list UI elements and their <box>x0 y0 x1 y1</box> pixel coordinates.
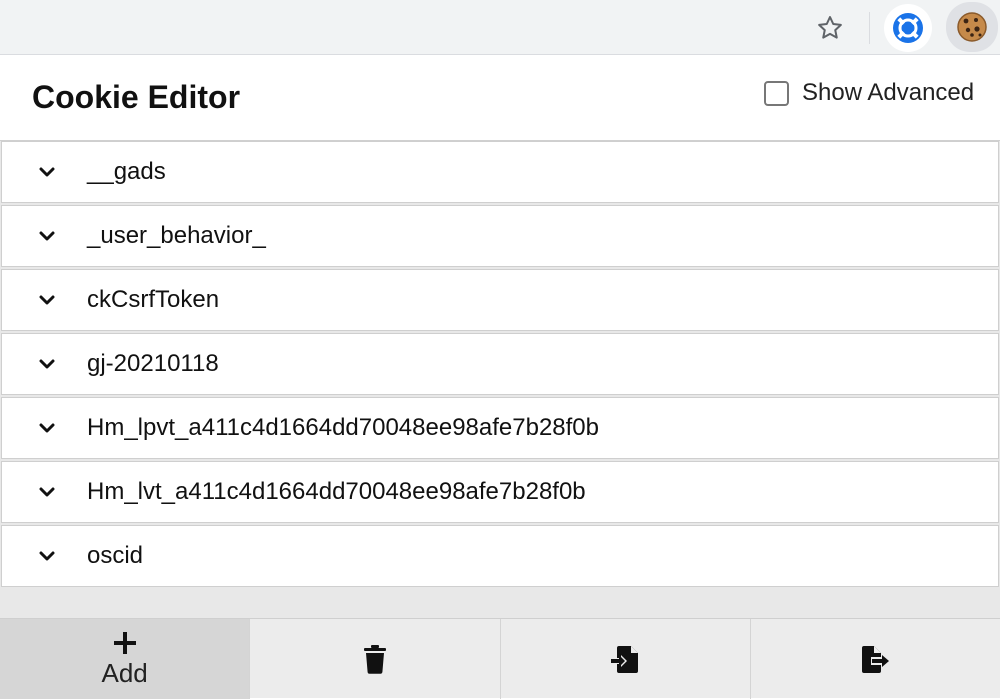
star-icon <box>818 16 842 39</box>
cookie-editor-extension-button[interactable] <box>946 2 998 52</box>
chevron-down-icon[interactable] <box>37 418 57 438</box>
chevron-down-icon[interactable] <box>37 162 57 182</box>
cookie-item[interactable]: __gads <box>1 141 999 203</box>
delete-all-button[interactable] <box>250 619 501 699</box>
show-advanced-toggle[interactable]: Show Advanced <box>764 79 974 107</box>
cookie-item[interactable]: Hm_lpvt_a411c4d1664dd70048ee98afe7b28f0b <box>1 397 999 459</box>
export-button[interactable] <box>751 619 1000 699</box>
chevron-down-icon[interactable] <box>37 290 57 310</box>
cookie-item[interactable]: oscid <box>1 525 999 587</box>
add-cookie-button[interactable]: Add <box>0 619 251 699</box>
file-import-icon <box>611 646 639 673</box>
show-advanced-checkbox[interactable] <box>764 80 789 106</box>
chevron-down-icon[interactable] <box>37 482 57 502</box>
cookie-name: Hm_lpvt_a411c4d1664dd70048ee98afe7b28f0b <box>87 414 600 441</box>
cookie-icon <box>957 12 987 42</box>
cookie-item[interactable]: ckCsrfToken <box>1 269 999 331</box>
cookie-list: __gads _user_behavior_ ckCsrfToken gj-20… <box>0 140 1000 618</box>
cookie-name: __gads <box>87 158 166 185</box>
show-advanced-label: Show Advanced <box>802 79 975 106</box>
cookie-item[interactable]: _user_behavior_ <box>1 205 999 267</box>
chevron-down-icon[interactable] <box>37 226 57 246</box>
plus-icon <box>113 631 136 654</box>
bookmark-star-button[interactable] <box>811 9 849 47</box>
action-bar: Add <box>0 618 1000 699</box>
cookie-name: Hm_lvt_a411c4d1664dd70048ee98afe7b28f0b <box>87 478 586 505</box>
trash-icon <box>363 645 386 674</box>
cookie-item[interactable]: gj-20210118 <box>1 333 999 395</box>
toolbar-divider <box>869 12 870 44</box>
add-button-label: Add <box>101 657 148 688</box>
cookie-name: oscid <box>87 542 144 569</box>
cookie-item[interactable]: Hm_lvt_a411c4d1664dd70048ee98afe7b28f0b <box>1 461 999 523</box>
chevron-down-icon[interactable] <box>37 546 57 566</box>
sync-icon <box>893 13 923 43</box>
browser-toolbar <box>0 0 1000 55</box>
cookie-name: ckCsrfToken <box>87 286 220 313</box>
file-export-icon <box>862 646 890 673</box>
chevron-down-icon[interactable] <box>37 354 57 374</box>
sync-extension-button[interactable] <box>884 4 932 52</box>
cookie-name: _user_behavior_ <box>87 222 266 249</box>
popup-title: Cookie Editor <box>32 79 241 115</box>
popup-header: Cookie Editor Show Advanced <box>0 55 1000 141</box>
import-button[interactable] <box>501 619 751 699</box>
cookie-name: gj-20210118 <box>87 350 219 377</box>
